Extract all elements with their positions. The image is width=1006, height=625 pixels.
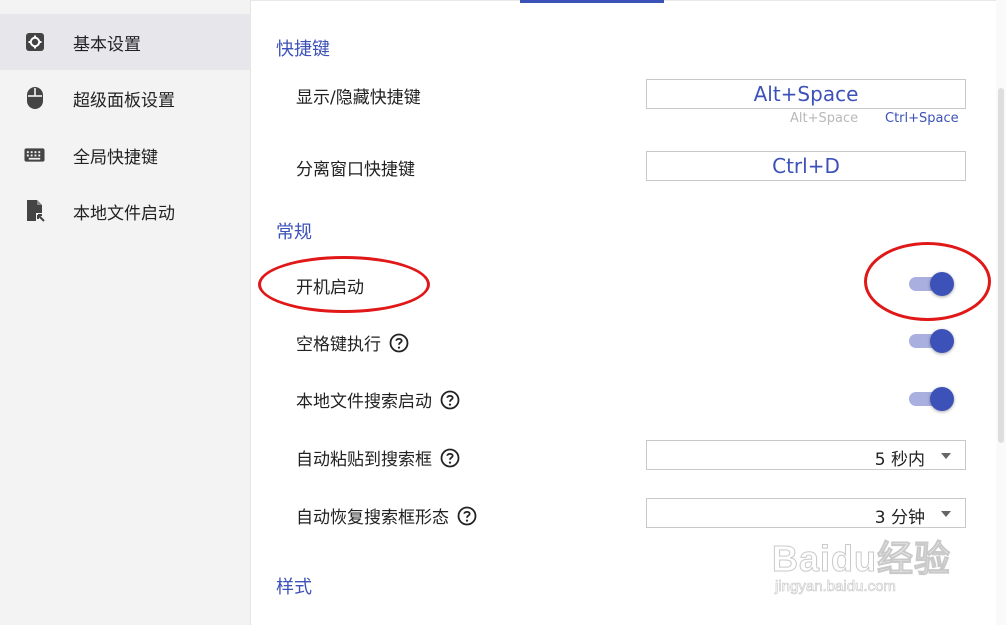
annotation-oval-startup-toggle	[864, 242, 991, 321]
sidebar-item-label: 本地文件启动	[73, 203, 175, 224]
baidu-jingyan-watermark: Baidu经验 jingyan.baidu.com	[771, 510, 957, 605]
watermark-url: jingyan.baidu.com	[775, 578, 897, 596]
active-tab-indicator	[520, 0, 664, 3]
chevron-down-icon	[941, 453, 951, 459]
sidebar-item-label: 基本设置	[73, 34, 141, 55]
mouse-icon	[24, 87, 45, 109]
help-icon[interactable]	[440, 390, 460, 410]
sidebar: 基本设置 超级面板设置 全局快捷键 本地文件启动	[0, 0, 251, 625]
file-launch-icon	[24, 200, 45, 222]
detach-window-hotkey-text: 分离窗口快捷键	[296, 160, 415, 180]
detach-window-hotkey-input[interactable]: Ctrl+D	[646, 151, 966, 181]
detach-window-hotkey-label: 分离窗口快捷键	[296, 155, 415, 180]
auto-paste-select[interactable]: 5 秒内	[646, 440, 966, 470]
scrollbar-thumb[interactable]	[998, 88, 1004, 443]
help-icon[interactable]	[440, 448, 460, 468]
scrollbar[interactable]	[996, 0, 1006, 625]
hotkey-option-alt-space[interactable]: Alt+Space	[790, 111, 858, 126]
auto-restore-text: 自动恢复搜索框形态	[296, 508, 449, 528]
toggle-knob	[930, 329, 954, 353]
toggle-knob	[930, 387, 954, 411]
auto-restore-label: 自动恢复搜索框形态	[296, 503, 477, 528]
space-exec-text: 空格键执行	[296, 335, 381, 355]
sidebar-item-basic-settings[interactable]: 基本设置	[0, 14, 251, 70]
space-exec-toggle[interactable]	[908, 327, 956, 355]
sidebar-item-local-file-launch[interactable]: 本地文件启动	[0, 183, 251, 239]
local-search-text: 本地文件搜索启动	[296, 392, 432, 412]
local-search-label: 本地文件搜索启动	[296, 387, 460, 412]
watermark-brand: Baidu经验	[771, 538, 952, 580]
local-search-toggle[interactable]	[908, 385, 956, 413]
gear-icon	[24, 32, 45, 53]
show-hide-hotkey-label: 显示/隐藏快捷键	[296, 83, 421, 108]
show-hide-hotkey-text: 显示/隐藏快捷键	[296, 88, 421, 108]
auto-paste-value: 5 秒内	[874, 450, 925, 470]
sidebar-item-global-hotkeys[interactable]: 全局快捷键	[0, 127, 251, 183]
annotation-oval-startup-label	[258, 256, 430, 313]
section-title-style: 样式	[276, 577, 312, 598]
help-icon[interactable]	[457, 506, 477, 526]
sidebar-item-label: 超级面板设置	[73, 90, 175, 111]
help-icon[interactable]	[389, 333, 409, 353]
hotkey-option-ctrl-space[interactable]: Ctrl+Space	[885, 111, 959, 126]
auto-paste-text: 自动粘贴到搜索框	[296, 450, 432, 470]
sidebar-item-label: 全局快捷键	[73, 147, 158, 168]
sidebar-item-super-panel-settings[interactable]: 超级面板设置	[0, 70, 251, 126]
show-hide-hotkey-input[interactable]: Alt+Space	[646, 79, 966, 109]
section-title-hotkeys: 快捷键	[276, 39, 330, 60]
section-title-general: 常规	[276, 222, 312, 243]
keyboard-icon	[24, 145, 45, 166]
space-exec-label: 空格键执行	[296, 330, 409, 355]
auto-paste-label: 自动粘贴到搜索框	[296, 445, 460, 470]
